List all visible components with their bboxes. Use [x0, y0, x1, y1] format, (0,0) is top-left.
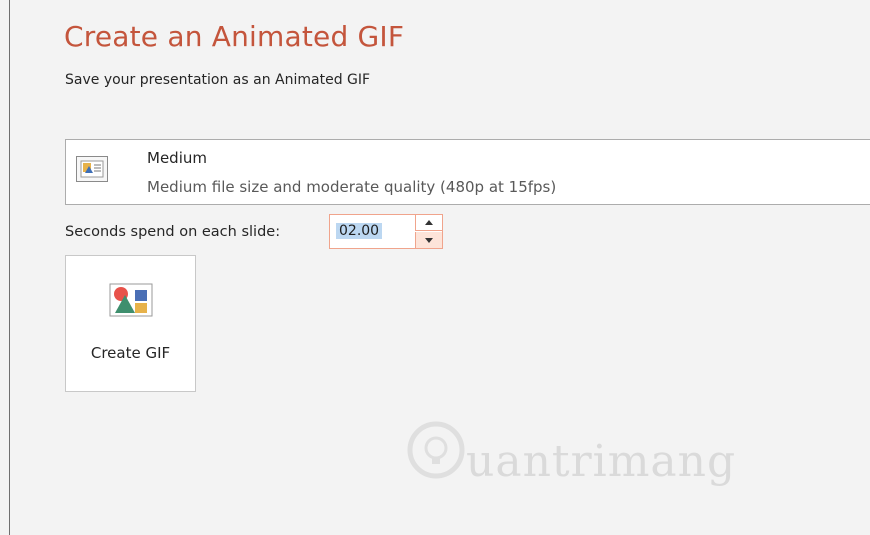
quality-name: Medium — [147, 149, 207, 167]
quality-description: Medium file size and moderate quality (4… — [147, 178, 557, 196]
chevron-down-icon — [425, 237, 433, 243]
watermark-logo-icon — [406, 420, 466, 484]
slide-quality-icon — [76, 156, 108, 182]
seconds-label: Seconds spend on each slide: — [65, 224, 281, 240]
seconds-input[interactable]: 02.00 — [336, 223, 383, 239]
create-gif-button[interactable]: Create GIF — [65, 255, 196, 392]
quality-dropdown[interactable]: Medium Medium file size and moderate qua… — [65, 139, 870, 205]
window-left-border — [9, 0, 10, 535]
chevron-up-icon — [425, 220, 433, 225]
page-subtitle: Save your presentation as an Animated GI… — [65, 72, 371, 88]
create-gif-label: Create GIF — [90, 344, 171, 362]
shapes-icon — [109, 283, 153, 321]
spin-up-button[interactable] — [415, 215, 442, 231]
page-title: Create an Animated GIF — [64, 20, 405, 53]
spin-down-button[interactable] — [415, 232, 442, 248]
seconds-spinner[interactable]: 02.00 — [329, 214, 443, 249]
watermark-text: uantrimang — [466, 436, 737, 487]
